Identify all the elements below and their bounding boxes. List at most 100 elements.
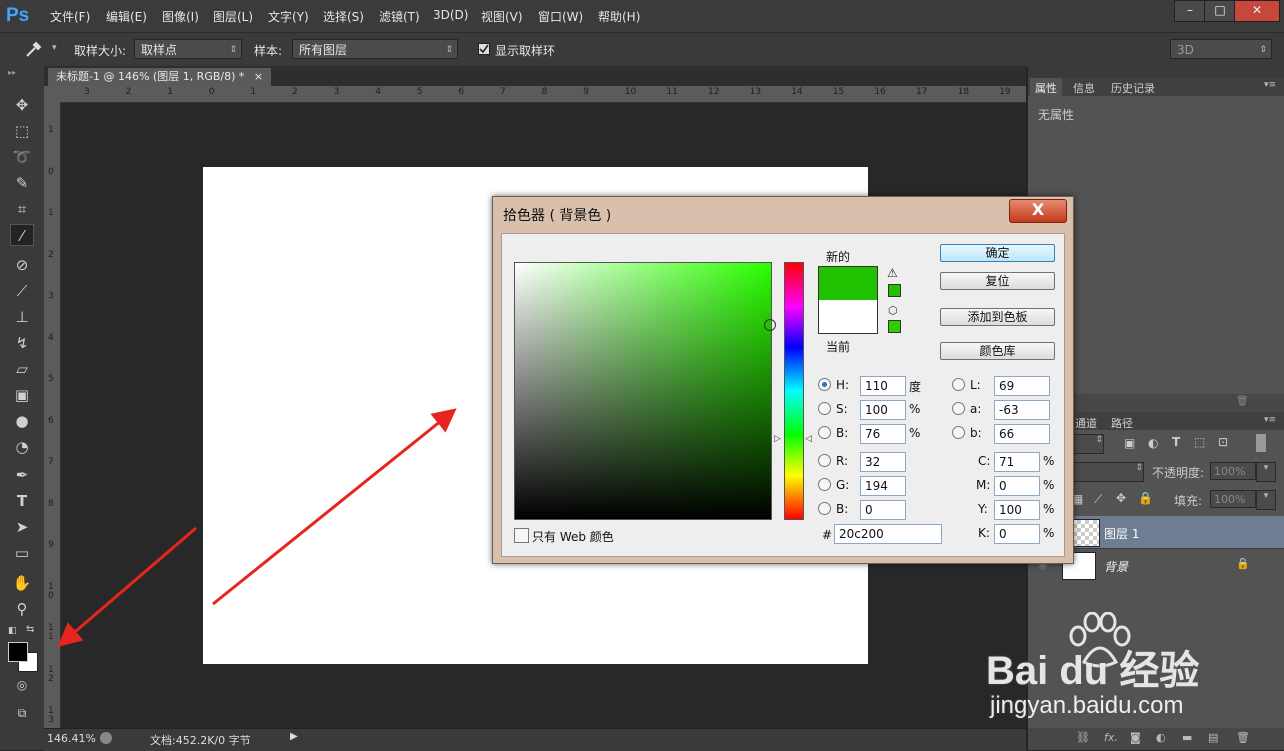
ok-button[interactable]: 确定: [940, 244, 1055, 262]
filter-shape-icon[interactable]: ⬚: [1194, 435, 1205, 449]
baidu-jingyan-watermark: Bai du 经验 jingyan.baidu.com: [980, 612, 1240, 722]
tab-properties[interactable]: 属性: [1030, 78, 1062, 98]
r-label: R:: [836, 454, 849, 468]
gamut-swatch[interactable]: [888, 284, 901, 297]
filter-pixel-icon[interactable]: ▣: [1124, 436, 1135, 450]
add-to-swatches-button[interactable]: 添加到色板: [940, 308, 1055, 326]
trash-icon[interactable]: 🗑: [1236, 396, 1249, 407]
lock-position-icon[interactable]: ✥: [1116, 491, 1126, 505]
arrow-to-dialog: [212, 408, 457, 606]
a-label: a:: [970, 402, 982, 416]
layer-name[interactable]: 背景: [1104, 558, 1128, 575]
tab-paths[interactable]: 路径: [1106, 413, 1138, 433]
y-input[interactable]: 100: [994, 500, 1040, 520]
hue-slider[interactable]: [784, 262, 804, 520]
hue-slider-right-handle-icon[interactable]: ◁: [805, 434, 812, 444]
h-input[interactable]: 110: [860, 376, 906, 396]
fill-dropdown-icon[interactable]: ▾: [1256, 490, 1276, 510]
status-info-icon[interactable]: [100, 732, 112, 744]
dialog-title: 拾色器 ( 背景色 ): [503, 208, 612, 224]
s-radio[interactable]: [818, 402, 831, 415]
a-input[interactable]: -63: [994, 400, 1050, 420]
adjustment-layer-icon[interactable]: ◐: [1156, 731, 1166, 744]
blue-radio[interactable]: [818, 502, 831, 515]
zoom-level[interactable]: 146.41%: [47, 732, 96, 745]
no-properties-text: 无属性: [1038, 108, 1075, 122]
h-radio[interactable]: [818, 378, 831, 391]
c-input[interactable]: 71: [994, 452, 1040, 472]
l-radio[interactable]: [952, 378, 965, 391]
r-input[interactable]: 32: [860, 452, 906, 472]
b-radio[interactable]: [818, 426, 831, 439]
color-field-cursor[interactable]: [764, 319, 776, 331]
hex-input[interactable]: 20c200: [834, 524, 942, 544]
g-radio[interactable]: [818, 478, 831, 491]
fill-input[interactable]: 100%: [1210, 490, 1256, 508]
fill-label: 填充:: [1174, 494, 1203, 508]
arrow-to-color-swatch: [57, 526, 197, 647]
new-layer-icon[interactable]: ▤: [1208, 731, 1218, 744]
layers-menu-icon[interactable]: ▾≡: [1264, 415, 1276, 425]
layers-footer: ⛓ fx. ◙ ◐ ▬ ▤ 🗑: [1028, 728, 1284, 750]
link-layers-icon[interactable]: ⛓: [1076, 731, 1090, 744]
lab-b-radio[interactable]: [952, 426, 965, 439]
dialog-close-button[interactable]: X: [1009, 199, 1067, 223]
blue-label: B:: [836, 502, 849, 516]
filter-toggle[interactable]: [1256, 434, 1266, 452]
b-label: B:: [836, 426, 849, 440]
b-input[interactable]: 76: [860, 424, 906, 444]
lab-b-input[interactable]: 66: [994, 424, 1050, 444]
g-label: G:: [836, 478, 850, 492]
s-input[interactable]: 100: [860, 400, 906, 420]
c-label: C:: [978, 454, 991, 468]
add-mask-icon[interactable]: ◙: [1130, 731, 1141, 744]
tab-channels[interactable]: 通道: [1070, 413, 1102, 433]
new-group-icon[interactable]: ▬: [1182, 731, 1192, 744]
hue-slider-left-handle-icon[interactable]: ▷: [774, 434, 781, 444]
r-radio[interactable]: [818, 454, 831, 467]
gamut-warning-icon[interactable]: ⚠: [887, 266, 898, 280]
m-input[interactable]: 0: [994, 476, 1040, 496]
opacity-input[interactable]: 100%: [1210, 462, 1256, 480]
h-unit: 度: [909, 380, 922, 394]
new-color-swatch[interactable]: [819, 267, 877, 300]
filter-kind-select[interactable]: ⇕: [1072, 434, 1104, 454]
lock-all-icon[interactable]: 🔒: [1138, 491, 1153, 505]
tab-info[interactable]: 信息: [1068, 78, 1100, 98]
web-only-label: 只有 Web 颜色: [532, 530, 614, 544]
h-label: H:: [836, 378, 850, 392]
tab-history[interactable]: 历史记录: [1106, 78, 1160, 98]
reset-button[interactable]: 复位: [940, 272, 1055, 290]
g-input[interactable]: 194: [860, 476, 906, 496]
layer-name[interactable]: 图层 1: [1104, 525, 1139, 542]
delete-layer-icon[interactable]: 🗑: [1236, 731, 1250, 744]
status-menu-arrow-icon[interactable]: ▶: [290, 731, 298, 742]
fx-icon[interactable]: fx.: [1104, 731, 1118, 744]
filter-smart-icon[interactable]: ⊡: [1218, 435, 1228, 449]
opacity-dropdown-icon[interactable]: ▾: [1256, 462, 1276, 482]
color-field[interactable]: [514, 262, 776, 520]
blend-mode-select[interactable]: ⇕: [1072, 462, 1144, 482]
l-input[interactable]: 69: [994, 376, 1050, 396]
web-safe-swatch[interactable]: [888, 320, 901, 333]
filter-type-icon[interactable]: T: [1172, 435, 1180, 449]
filter-adjustment-icon[interactable]: ◐: [1148, 436, 1158, 450]
lock-icon: 🔒: [1236, 557, 1250, 570]
web-safe-cube-icon[interactable]: ⬡: [888, 304, 898, 317]
current-color-label: 当前: [826, 340, 851, 354]
s-label: S:: [836, 402, 848, 416]
watermark-url: jingyan.baidu.com: [990, 692, 1184, 719]
web-only-checkbox[interactable]: [514, 528, 529, 543]
a-radio[interactable]: [952, 402, 965, 415]
current-color-swatch[interactable]: [819, 300, 877, 333]
y-unit: %: [1043, 502, 1055, 516]
color-picker-dialog: 拾色器 ( 背景色 ) X ▷ ◁ 新的 当前 ⚠ ⬡ 确定 复位 添加到色板 …: [492, 196, 1074, 564]
m-label: M:: [976, 478, 991, 492]
k-input[interactable]: 0: [994, 524, 1040, 544]
layer-thumbnail: [1072, 519, 1100, 547]
color-libraries-button[interactable]: 颜色库: [940, 342, 1055, 360]
blue-input[interactable]: 0: [860, 500, 906, 520]
lock-pixels-icon[interactable]: ⟋: [1094, 492, 1102, 507]
panel-menu-icon[interactable]: ▾≡: [1264, 80, 1276, 90]
m-unit: %: [1043, 478, 1055, 492]
